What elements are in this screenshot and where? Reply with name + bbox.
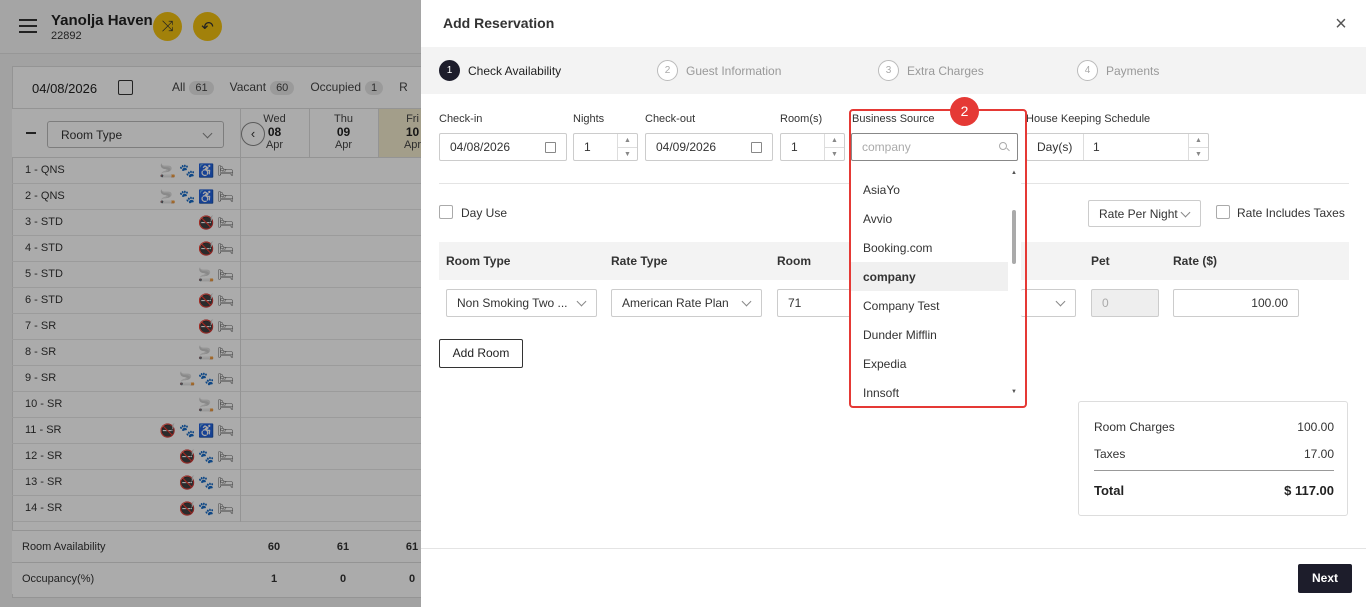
modal-backdrop[interactable]: [0, 0, 421, 607]
taxes-label: Taxes: [1094, 447, 1126, 461]
housekeeping-label: House Keeping Schedule: [1026, 113, 1151, 125]
decrement-icon[interactable]: ▼: [1189, 147, 1208, 160]
increment-icon[interactable]: ▲: [1189, 134, 1208, 147]
rate-type-value: American Rate Plan: [622, 296, 729, 310]
nights-label: Nights: [573, 113, 605, 125]
charges-summary: Room Charges 100.00 Taxes 17.00 Total $ 117…: [1078, 401, 1348, 516]
step-label: Payments: [1106, 63, 1160, 78]
pet-value: 0: [1102, 296, 1109, 310]
step-number: 2: [657, 60, 678, 81]
decrement-icon[interactable]: ▼: [825, 147, 844, 160]
nights-spinner[interactable]: ▲ ▼: [617, 134, 637, 160]
decrement-icon[interactable]: ▼: [618, 147, 637, 160]
step-guest-information[interactable]: 2 Guest Information: [657, 60, 781, 81]
chevron-down-icon: [1180, 207, 1191, 218]
col-rate: Rate ($): [1173, 254, 1218, 268]
housekeeping-unit: Day(s): [1037, 140, 1073, 154]
checkin-value: 04/08/2026: [450, 140, 511, 154]
rate-includes-taxes-checkbox[interactable]: [1216, 205, 1230, 219]
col-room-type: Room Type: [446, 254, 511, 268]
total-label: Total: [1094, 483, 1125, 498]
step-label: Extra Charges: [907, 63, 984, 78]
step-number: 4: [1077, 60, 1098, 81]
day-use-checkbox[interactable]: [439, 205, 453, 219]
total-row: Total $ 117.00: [1094, 483, 1334, 498]
col-rate-type: Rate Type: [611, 254, 668, 268]
room-charges-label: Room Charges: [1094, 420, 1175, 434]
pet-input: 0: [1091, 289, 1159, 317]
step-label: Guest Information: [686, 63, 782, 78]
next-button[interactable]: Next: [1298, 564, 1352, 593]
calendar-icon[interactable]: [751, 142, 762, 153]
chevron-down-icon: [741, 296, 752, 307]
wizard-steps: 1 Check Availability 2 Guest Information 3…: [421, 47, 1366, 94]
taxes-value: 17.00: [1303, 447, 1334, 461]
housekeeping-spinner[interactable]: ▲ ▼: [1188, 134, 1208, 160]
room-charges-value: 100.00: [1297, 420, 1334, 434]
divider: [1083, 134, 1084, 160]
divider: [421, 548, 1366, 549]
increment-icon[interactable]: ▲: [825, 134, 844, 147]
checkout-label: Check-out: [645, 113, 696, 125]
chevron-down-icon: [1055, 296, 1066, 307]
day-use-label: Day Use: [461, 206, 508, 220]
increment-icon[interactable]: ▲: [618, 134, 637, 147]
checkout-value: 04/09/2026: [656, 140, 717, 154]
add-room-button[interactable]: Add Room: [439, 339, 523, 368]
rate-value: 100.00: [1251, 296, 1288, 310]
modal-title: Add Reservation: [443, 15, 555, 31]
room-select[interactable]: 71: [777, 289, 857, 317]
rooms-stepper[interactable]: 1 ▲ ▼: [780, 133, 845, 161]
col-pet: Pet: [1091, 254, 1110, 268]
room-charges-row: Room Charges 100.00: [1094, 420, 1334, 434]
checkin-date-input[interactable]: 04/08/2026: [439, 133, 567, 161]
room-type-select[interactable]: Non Smoking Two ...: [446, 289, 597, 317]
housekeeping-value: 1: [1093, 140, 1100, 154]
nights-stepper[interactable]: 1 ▲ ▼: [573, 133, 638, 161]
total-value: $ 117.00: [1284, 483, 1334, 498]
calendar-icon[interactable]: [545, 142, 556, 153]
adults-select[interactable]: [1021, 289, 1076, 317]
step-label: Check Availability: [468, 63, 562, 78]
room-type-value: Non Smoking Two ...: [457, 296, 568, 310]
step-number: 3: [878, 60, 899, 81]
rooms-label: Room(s): [780, 113, 823, 125]
rate-per-night-label: Rate Per Night: [1099, 207, 1178, 221]
step-check-availability[interactable]: 1 Check Availability: [439, 60, 561, 81]
rate-input[interactable]: 100.00: [1173, 289, 1299, 317]
taxes-row: Taxes 17.00: [1094, 447, 1334, 461]
rate-includes-taxes-label: Rate Includes Taxes: [1237, 206, 1345, 220]
housekeeping-input[interactable]: Day(s) 1 ▲ ▼: [1026, 133, 1209, 161]
nights-value: 1: [584, 140, 591, 154]
step-payments[interactable]: 4 Payments: [1077, 60, 1159, 81]
annotation-highlight-box: [849, 109, 1027, 408]
checkin-label: Check-in: [439, 113, 483, 125]
col-room: Room: [777, 254, 811, 268]
divider: [1094, 470, 1334, 471]
annotation-badge: 2: [950, 97, 979, 126]
checkout-date-input[interactable]: 04/09/2026: [645, 133, 773, 161]
step-extra-charges[interactable]: 3 Extra Charges: [878, 60, 984, 81]
rate-per-night-select[interactable]: Rate Per Night: [1088, 200, 1201, 227]
step-number: 1: [439, 60, 460, 81]
rooms-spinner[interactable]: ▲ ▼: [824, 134, 844, 160]
close-icon[interactable]: ×: [1333, 14, 1349, 34]
rate-type-select[interactable]: American Rate Plan: [611, 289, 762, 317]
rooms-value: 1: [791, 140, 798, 154]
room-value: 71: [788, 296, 802, 310]
add-reservation-drawer: Add Reservation × 1 Check Availability 2G…: [421, 0, 1366, 607]
chevron-down-icon: [576, 296, 587, 307]
